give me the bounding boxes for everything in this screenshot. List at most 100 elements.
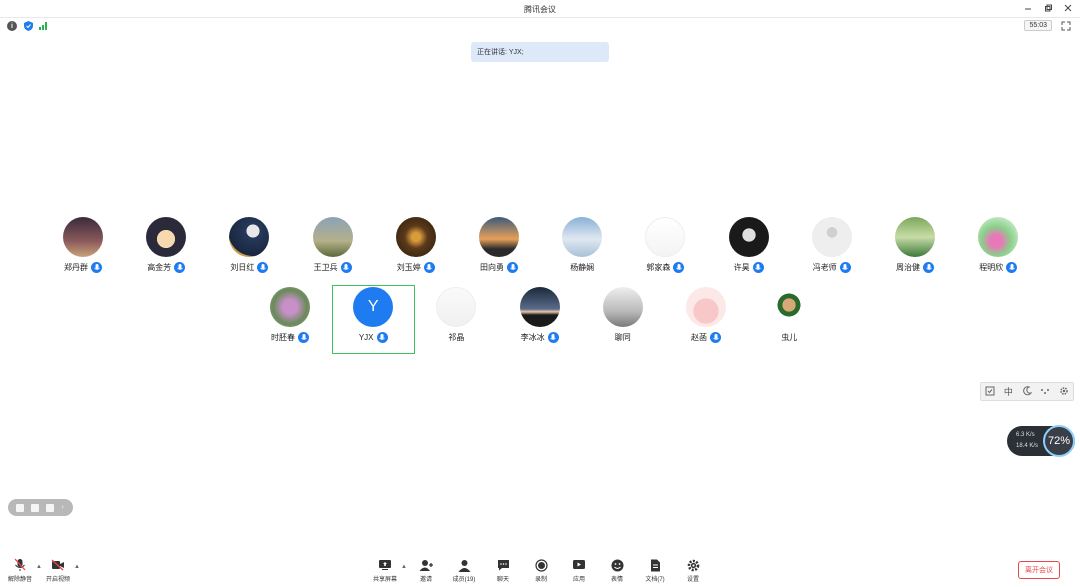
camera-off-icon xyxy=(51,558,65,572)
floating-toolbar[interactable]: › xyxy=(8,499,73,516)
participant-tile[interactable]: 高金芳 xyxy=(126,217,206,287)
avatar xyxy=(479,217,519,257)
close-icon[interactable] xyxy=(1062,2,1074,14)
info-icon[interactable]: i xyxy=(7,21,17,31)
mic-icon xyxy=(91,262,102,273)
window-controls xyxy=(1022,2,1074,14)
participant-name: 田向勇 xyxy=(480,263,504,272)
title-bar: 腾讯会议 xyxy=(0,0,1080,18)
signal-icon[interactable] xyxy=(39,22,47,30)
participant-tile[interactable]: 冯老师 xyxy=(792,217,872,287)
avatar xyxy=(769,287,810,327)
participant-tile[interactable]: 王卫兵 xyxy=(293,217,373,287)
docs-button[interactable]: 文档(7) xyxy=(635,558,675,583)
members-button[interactable]: 成员(19) xyxy=(444,558,484,583)
grid-view-icon[interactable] xyxy=(985,386,995,398)
participant-tile[interactable]: 刘日红 xyxy=(209,217,289,287)
avatar xyxy=(686,287,726,327)
network-monitor[interactable]: 6.3 K/s 18.4 K/s 72% xyxy=(1007,425,1075,457)
participant-tile[interactable]: 祁晶 xyxy=(416,287,496,357)
cpu-gauge: 72% xyxy=(1043,425,1075,457)
view-icon[interactable] xyxy=(30,503,39,512)
avatar xyxy=(395,217,436,257)
participant-tile[interactable]: 郭家森 xyxy=(625,217,705,287)
record-icon xyxy=(534,558,548,572)
unmute-button[interactable]: 解除静音 xyxy=(0,558,40,583)
settings-button[interactable]: 设置 xyxy=(673,558,713,583)
participant-name: 祁晶 xyxy=(448,333,465,342)
participant-name: 许昊 xyxy=(733,263,750,272)
participant-tile[interactable]: 许昊 xyxy=(709,217,789,287)
participant-name: 高金芳 xyxy=(147,263,172,272)
participant-tile[interactable]: 程明欣 xyxy=(958,217,1038,287)
start-video-button[interactable]: 开启视频 xyxy=(38,558,78,583)
invite-button[interactable]: 邀请 xyxy=(406,558,446,583)
avatar xyxy=(146,217,187,257)
share-screen-button[interactable]: 共享屏幕 xyxy=(365,558,405,583)
participant-tile[interactable]: 李冰冰 xyxy=(500,287,580,357)
apps-icon xyxy=(572,558,586,572)
mic-icon xyxy=(257,262,269,273)
participant-tile[interactable]: 杨静娴 xyxy=(542,217,622,287)
avatar xyxy=(602,287,643,327)
mic-icon xyxy=(507,262,518,273)
fullscreen-icon[interactable] xyxy=(1061,21,1071,31)
mic-icon xyxy=(710,332,721,343)
avatar xyxy=(312,217,353,257)
speaking-banner: 正在讲话: YJX; xyxy=(471,42,609,62)
participant-tile[interactable]: 虫儿 xyxy=(749,287,829,357)
avatar xyxy=(562,217,603,257)
panel-icon[interactable] xyxy=(46,503,55,512)
participant-tile[interactable]: 刘玉婷 xyxy=(376,217,456,287)
view-controls: 中 xyxy=(980,382,1074,401)
participant-tile[interactable]: 周治健 xyxy=(875,217,955,287)
restore-icon[interactable] xyxy=(1042,2,1054,14)
participant-tile[interactable]: 时胚春 xyxy=(250,287,330,357)
leave-meeting-button[interactable]: 离开会议 xyxy=(1018,561,1060,579)
apps-button[interactable]: 应用 xyxy=(559,558,599,583)
mic-icon xyxy=(923,262,934,273)
mic-icon xyxy=(376,332,388,343)
participant-tile[interactable]: 聊同 xyxy=(583,287,663,357)
participant-name: 虫儿 xyxy=(781,333,798,342)
reactions-button[interactable]: 表情 xyxy=(597,558,637,583)
grid-icon[interactable] xyxy=(15,503,24,512)
participant-name: 刘日红 xyxy=(230,263,255,272)
participant-name: 赵菡 xyxy=(691,333,707,342)
avatar xyxy=(63,217,103,257)
participant-name: 冯老师 xyxy=(812,263,837,272)
participant-name: 时胚春 xyxy=(271,333,295,342)
participant-name: 聊同 xyxy=(614,333,631,342)
window-title: 腾讯会议 xyxy=(524,5,556,14)
share-screen-icon xyxy=(378,558,392,572)
invite-icon xyxy=(419,558,433,572)
participant-tile[interactable]: 赵菡 xyxy=(666,287,746,357)
bottom-toolbar: 解除静音 ▲ 开启视频 ▲ 共享屏幕 ▲ 邀请 成员(19) 聊天 录制 应用 … xyxy=(0,556,1080,587)
participant-name: 李冰冰 xyxy=(520,333,545,342)
participant-tile[interactable]: 田向勇 xyxy=(459,217,539,287)
minimize-icon[interactable] xyxy=(1022,2,1034,14)
dots-icon[interactable] xyxy=(1040,386,1050,398)
shield-icon[interactable] xyxy=(23,21,33,31)
chat-button[interactable]: 聊天 xyxy=(483,558,523,583)
avatar xyxy=(811,217,852,257)
video-options-caret[interactable]: ▲ xyxy=(74,564,80,570)
mic-icon xyxy=(174,262,186,273)
gear-icon[interactable] xyxy=(1059,386,1069,398)
moon-icon[interactable] xyxy=(1022,385,1032,398)
mic-icon xyxy=(1006,262,1018,273)
participant-name: 郑丹群 xyxy=(64,263,88,272)
collapse-icon[interactable]: › xyxy=(61,504,65,512)
mic-icon xyxy=(752,262,764,273)
avatar xyxy=(519,287,560,327)
smile-icon xyxy=(610,558,624,572)
participant-tile[interactable]: Y YJX xyxy=(333,287,413,357)
layout-middle-button[interactable]: 中 xyxy=(1004,385,1013,398)
gear-icon xyxy=(686,558,700,572)
avatar xyxy=(978,217,1019,257)
chat-icon xyxy=(496,558,510,572)
avatar: Y xyxy=(353,287,394,327)
participant-tile[interactable]: 郑丹群 xyxy=(43,217,123,287)
record-button[interactable]: 录制 xyxy=(521,558,561,583)
avatar xyxy=(270,287,310,327)
